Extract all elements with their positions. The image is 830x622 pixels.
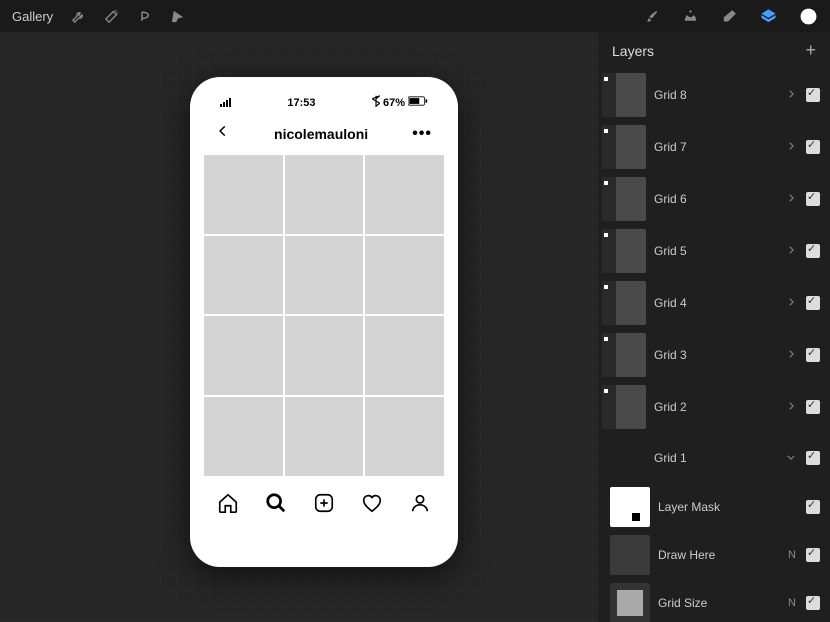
move-icon[interactable] <box>170 9 185 24</box>
select-icon[interactable] <box>137 9 152 24</box>
visibility-checkbox[interactable] <box>806 548 820 562</box>
layer-row[interactable]: Grid 7 <box>598 121 830 173</box>
status-bar: 17:53 67% <box>204 95 444 116</box>
layer-row[interactable]: Grid 3 <box>598 329 830 381</box>
color-circle[interactable] <box>799 7 818 26</box>
layer-row[interactable]: Grid 5 <box>598 225 830 277</box>
add-layer-icon[interactable]: + <box>805 40 816 61</box>
layer-name: Grid Size <box>658 596 780 610</box>
layer-name: Grid 2 <box>654 400 778 414</box>
grid-post[interactable] <box>204 155 283 234</box>
layer-row[interactable]: Draw Here N <box>598 531 830 579</box>
blend-mode[interactable]: N <box>788 549 796 561</box>
chevron-right-icon[interactable] <box>786 190 796 208</box>
visibility-checkbox[interactable] <box>806 88 820 102</box>
grid-post[interactable] <box>285 155 364 234</box>
layer-name: Grid 4 <box>654 296 778 310</box>
layer-thumbnail <box>602 281 646 325</box>
add-post-icon[interactable] <box>313 492 335 519</box>
layer-name: Grid 7 <box>654 140 778 154</box>
more-icon[interactable]: ••• <box>412 125 432 143</box>
canvas[interactable]: 17:53 67% nicolemauloni ••• <box>0 32 598 622</box>
chevron-right-icon[interactable] <box>786 242 796 260</box>
layers-panel: Layers + Grid 8Grid 7Grid 6Grid 5Grid 4G… <box>598 32 830 622</box>
layers-list: Grid 8 Grid 7 Grid 6 Grid 5 Grid 4 Grid 3 Grid… <box>598 69 830 622</box>
layer-row[interactable]: Grid 4 <box>598 277 830 329</box>
layer-thumbnail <box>602 229 646 273</box>
username: nicolemauloni <box>274 126 368 142</box>
layer-name: Grid 6 <box>654 192 778 206</box>
chevron-right-icon[interactable] <box>786 86 796 104</box>
grid-post[interactable] <box>285 236 364 315</box>
feed-grid <box>204 155 444 476</box>
back-icon[interactable] <box>216 124 230 143</box>
layer-name: Draw Here <box>658 548 780 562</box>
layers-icon[interactable] <box>760 8 777 25</box>
layers-title: Layers <box>612 43 654 59</box>
visibility-checkbox[interactable] <box>806 400 820 414</box>
visibility-checkbox[interactable] <box>806 244 820 258</box>
grid-post[interactable] <box>365 155 444 234</box>
brush-icon[interactable] <box>643 8 660 25</box>
layer-thumbnail <box>602 125 646 169</box>
battery-icon <box>408 96 428 109</box>
layer-thumbnail <box>602 333 646 377</box>
layer-row[interactable]: Grid 6 <box>598 173 830 225</box>
tab-bar <box>204 482 444 519</box>
eraser-icon[interactable] <box>721 8 738 25</box>
status-time: 17:53 <box>287 97 315 109</box>
layer-name: Grid 8 <box>654 88 778 102</box>
grid-post[interactable] <box>285 316 364 395</box>
phone-mockup: 17:53 67% nicolemauloni ••• <box>190 77 458 567</box>
battery-percent: 67% <box>383 97 405 109</box>
layer-thumbnail <box>602 73 646 117</box>
heart-icon[interactable] <box>361 492 383 519</box>
chevron-right-icon[interactable] <box>786 346 796 364</box>
layer-thumbnail <box>602 385 646 429</box>
layer-thumbnail <box>610 583 650 622</box>
layer-row[interactable]: Grid 1 <box>598 433 830 483</box>
bluetooth-icon <box>372 95 380 110</box>
grid-post[interactable] <box>365 236 444 315</box>
layer-thumbnail <box>610 535 650 575</box>
home-icon[interactable] <box>217 492 239 519</box>
chevron-right-icon[interactable] <box>786 398 796 416</box>
profile-header: nicolemauloni ••• <box>204 116 444 155</box>
profile-icon[interactable] <box>409 492 431 519</box>
top-toolbar: Gallery <box>0 0 830 32</box>
search-icon[interactable] <box>265 492 287 519</box>
grid-post[interactable] <box>204 397 283 476</box>
visibility-checkbox[interactable] <box>806 140 820 154</box>
layer-row[interactable]: Grid Size N <box>598 579 830 622</box>
wrench-icon[interactable] <box>71 9 86 24</box>
chevron-right-icon[interactable] <box>786 294 796 312</box>
layer-row[interactable]: Layer Mask <box>598 483 830 531</box>
chevron-down-icon[interactable] <box>786 449 796 467</box>
layer-name: Grid 3 <box>654 348 778 362</box>
visibility-checkbox[interactable] <box>806 296 820 310</box>
grid-post[interactable] <box>365 397 444 476</box>
visibility-checkbox[interactable] <box>806 348 820 362</box>
gallery-button[interactable]: Gallery <box>12 9 53 24</box>
layer-name: Layer Mask <box>658 500 798 514</box>
visibility-checkbox[interactable] <box>806 192 820 206</box>
layer-row[interactable]: Grid 8 <box>598 69 830 121</box>
signal-icon <box>220 98 231 107</box>
grid-post[interactable] <box>204 316 283 395</box>
visibility-checkbox[interactable] <box>806 451 820 465</box>
layer-thumbnail <box>610 487 650 527</box>
layer-thumbnail <box>602 177 646 221</box>
layer-name: Grid 1 <box>654 451 778 465</box>
visibility-checkbox[interactable] <box>806 596 820 610</box>
grid-post[interactable] <box>365 316 444 395</box>
smudge-icon[interactable] <box>682 8 699 25</box>
layer-name: Grid 5 <box>654 244 778 258</box>
grid-post[interactable] <box>204 236 283 315</box>
wand-icon[interactable] <box>104 9 119 24</box>
chevron-right-icon[interactable] <box>786 138 796 156</box>
layer-row[interactable]: Grid 2 <box>598 381 830 433</box>
blend-mode[interactable]: N <box>788 597 796 609</box>
grid-post[interactable] <box>285 397 364 476</box>
visibility-checkbox[interactable] <box>806 500 820 514</box>
